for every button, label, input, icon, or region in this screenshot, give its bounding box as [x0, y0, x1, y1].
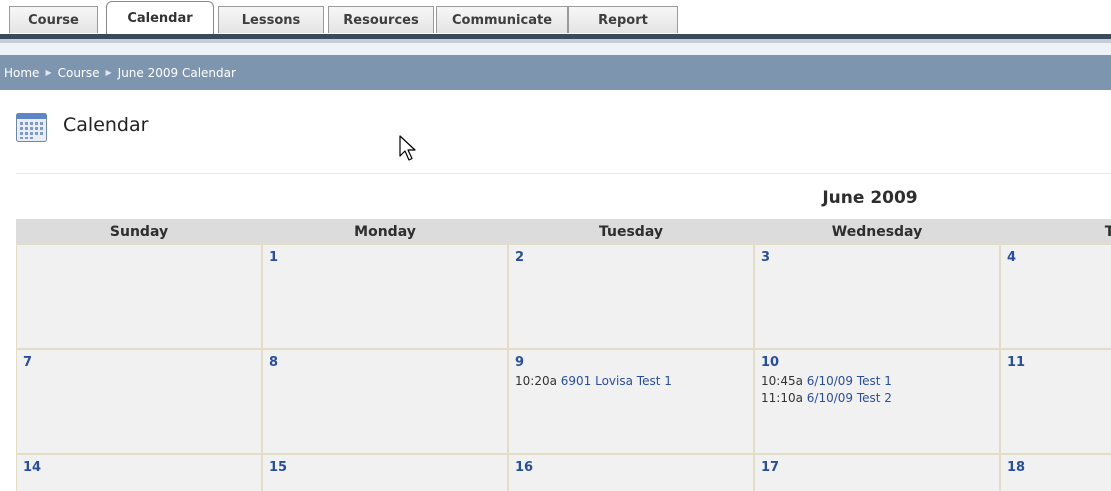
day-number[interactable]: 9: [515, 355, 524, 370]
day-number[interactable]: 1: [269, 250, 278, 265]
tab-course[interactable]: Course: [9, 6, 98, 33]
tab-underline-bar-light: [0, 43, 1111, 55]
calendar-event: 10:45a 6/10/09 Test 1: [761, 374, 892, 388]
breadcrumb-course[interactable]: Course: [58, 66, 100, 80]
day-cell: 1: [262, 244, 508, 349]
mouse-pointer-icon: [399, 135, 416, 161]
breadcrumb-current: June 2009 Calendar: [117, 65, 236, 80]
event-time: 10:20a: [515, 374, 557, 388]
tab-lessons[interactable]: Lessons: [218, 6, 324, 33]
day-number[interactable]: 11: [1007, 355, 1025, 370]
breadcrumb-arrow-icon: ▶: [45, 68, 52, 77]
breadcrumb: Home ▶ Course ▶ June 2009 Calendar: [0, 55, 1111, 90]
day-cell: 8: [262, 349, 508, 454]
day-number[interactable]: 8: [269, 355, 278, 370]
day-cell: 4: [1000, 244, 1111, 349]
event-time: 11:10a: [761, 391, 803, 405]
event-time: 10:45a: [761, 374, 803, 388]
calendar-event: 10:20a 6901 Lovisa Test 1: [515, 374, 672, 388]
breadcrumb-arrow-icon: ▶: [105, 68, 112, 77]
month-title: June 2009: [822, 188, 918, 208]
tab-communicate[interactable]: Communicate: [436, 6, 568, 33]
day-number[interactable]: 17: [761, 460, 779, 475]
tab-calendar[interactable]: Calendar: [106, 1, 214, 34]
day-number[interactable]: 16: [515, 460, 533, 475]
day-cell: 11: [1000, 349, 1111, 454]
day-number[interactable]: 4: [1007, 250, 1016, 265]
weekday-header-tuesday: Tuesday: [508, 219, 754, 244]
weekday-header-monday: Monday: [262, 219, 508, 244]
calendar-event: 11:10a 6/10/09 Test 2: [761, 391, 892, 405]
day-cell: 7: [16, 349, 262, 454]
day-number[interactable]: 7: [23, 355, 32, 370]
day-cell: 10 10:45a 6/10/09 Test 1 11:10a 6/10/09 …: [754, 349, 1000, 454]
tab-report[interactable]: Report: [568, 6, 678, 33]
day-cell: [16, 244, 262, 349]
event-link[interactable]: 6/10/09 Test 2: [807, 391, 892, 405]
day-cell: 15: [262, 454, 508, 491]
day-number[interactable]: 18: [1007, 460, 1025, 475]
tab-resources[interactable]: Resources: [328, 6, 434, 33]
calendar-grid: Sunday Monday Tuesday Wednesday Thur 1 2…: [16, 219, 1111, 491]
day-cell: 2: [508, 244, 754, 349]
event-link[interactable]: 6/10/09 Test 1: [807, 374, 892, 388]
day-number[interactable]: 3: [761, 250, 770, 265]
title-divider: [16, 173, 1111, 174]
day-number[interactable]: 2: [515, 250, 524, 265]
day-number[interactable]: 15: [269, 460, 287, 475]
day-cell: 3: [754, 244, 1000, 349]
tab-bar: Course Calendar Lessons Resources Commun…: [0, 0, 1111, 34]
breadcrumb-home[interactable]: Home: [4, 66, 39, 80]
day-number[interactable]: 14: [23, 460, 41, 475]
day-cell: 18: [1000, 454, 1111, 491]
day-cell: 14: [16, 454, 262, 491]
calendar-icon: [16, 113, 47, 142]
day-cell: 16: [508, 454, 754, 491]
page-title: Calendar: [63, 114, 149, 136]
day-cell: 17: [754, 454, 1000, 491]
weekday-header-sunday: Sunday: [16, 219, 262, 244]
weekday-header-thursday: Thur: [1000, 219, 1111, 244]
day-cell: 9 10:20a 6901 Lovisa Test 1: [508, 349, 754, 454]
day-number[interactable]: 10: [761, 355, 779, 370]
weekday-header-wednesday: Wednesday: [754, 219, 1000, 244]
event-link[interactable]: 6901 Lovisa Test 1: [561, 374, 672, 388]
